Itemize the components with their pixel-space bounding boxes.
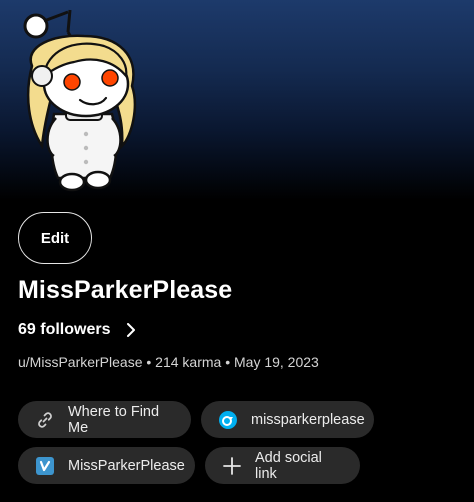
- venmo-icon: [36, 456, 54, 475]
- add-social-link-label: Add social link: [255, 449, 322, 482]
- profile-display-name: MissParkerPlease: [18, 276, 233, 304]
- plus-icon: [223, 456, 241, 475]
- snoo-avatar[interactable]: [14, 6, 144, 196]
- followers-link[interactable]: 69 followers: [18, 318, 138, 342]
- add-social-link-button[interactable]: Add social link: [205, 447, 360, 484]
- edit-profile-button[interactable]: Edit: [18, 212, 92, 264]
- followers-count: 69 followers: [18, 321, 111, 338]
- chevron-right-icon: [127, 323, 136, 337]
- social-link-label: MissParkerPlease: [68, 457, 185, 474]
- social-link-where-to-find-me[interactable]: Where to Find Me: [18, 401, 191, 438]
- social-link-label: Where to Find Me: [68, 403, 160, 436]
- link-icon: [36, 411, 54, 429]
- profile-meta: u/MissParkerPlease • 214 karma • May 19,…: [18, 354, 319, 370]
- onlyfans-icon: [219, 410, 237, 429]
- social-link-label: missparkerplease: [251, 411, 365, 428]
- social-link-venmo[interactable]: MissParkerPlease: [18, 447, 195, 484]
- social-link-onlyfans[interactable]: missparkerplease: [201, 401, 374, 438]
